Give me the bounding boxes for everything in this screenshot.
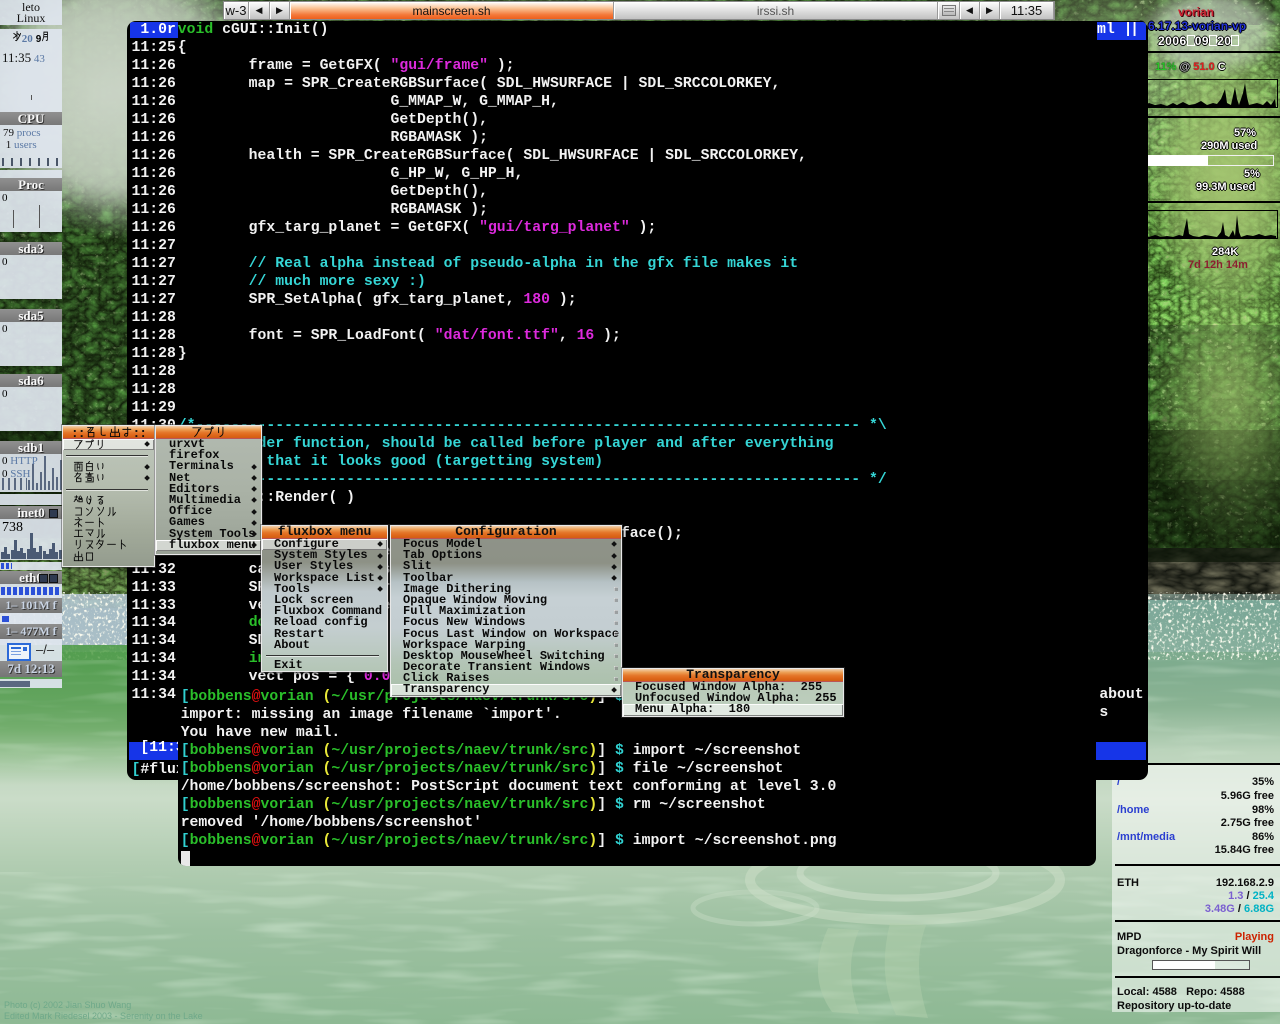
svg-text:Photo (c) 2002 Jian Shuo Wang: Photo (c) 2002 Jian Shuo Wang <box>4 1000 131 1010</box>
svg-text:Edited Mark Riedesel 2003 - Se: Edited Mark Riedesel 2003 - Serenity on … <box>4 1011 203 1021</box>
